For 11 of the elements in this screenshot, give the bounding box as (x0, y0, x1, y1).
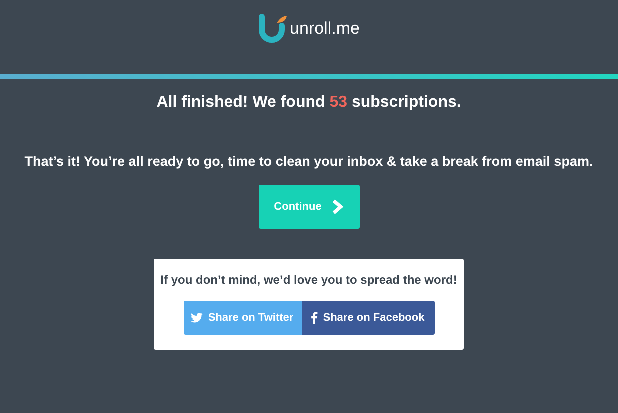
continue-button[interactable]: Continue (258, 185, 360, 229)
logo-text: unroll.me (290, 19, 360, 39)
twitter-share-button[interactable]: Share on Twitter (184, 301, 302, 335)
share-prompt: If you don’t mind, we’d love you to spread the word! (160, 273, 458, 287)
chevron-icon (332, 199, 344, 215)
logo-icon (258, 14, 288, 44)
facebook-share-button[interactable]: Share on Facebook (302, 301, 434, 335)
bird-icon (191, 313, 204, 323)
facebook-icon (311, 312, 318, 324)
headline: All finished! We found 53 subscriptions. (156, 94, 462, 112)
message-text: That’s it! You’re all ready to go, time to clean your inbox & take a break from email spam. (24, 154, 594, 169)
